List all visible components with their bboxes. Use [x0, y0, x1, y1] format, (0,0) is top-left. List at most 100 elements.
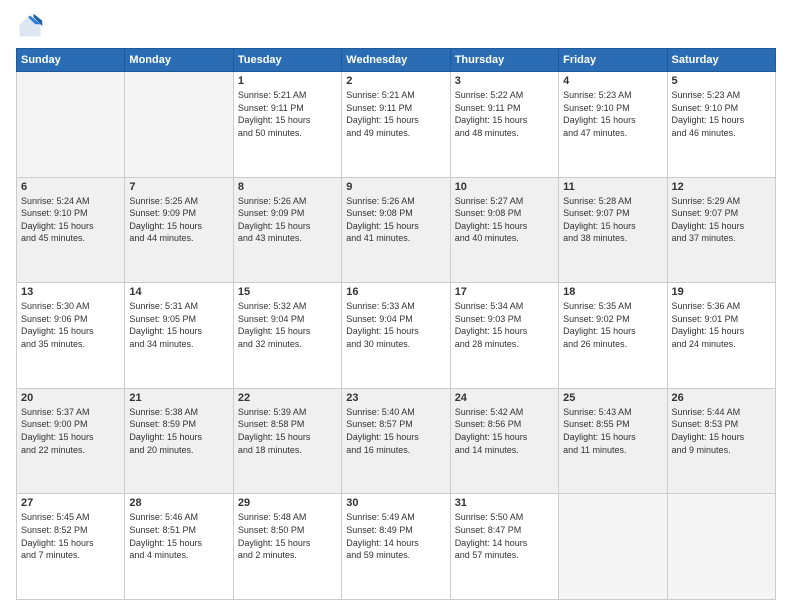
calendar-cell: 27Sunrise: 5:45 AM Sunset: 8:52 PM Dayli…: [17, 494, 125, 600]
calendar-cell: 20 Sunrise: 5:37 AM Sunset: 9:00 PM Dayli…: [17, 388, 125, 494]
calendar-cell: 2Sunrise: 5:21 AM Sunset: 9:11 PM Daylig…: [342, 72, 450, 178]
day-info: Sunrise: 5:31 AM Sunset: 9:05 PM Dayligh…: [129, 300, 228, 350]
weekday-header: Monday: [125, 49, 233, 72]
day-number: 15: [238, 286, 337, 298]
day-number: 20: [21, 392, 120, 404]
day-number: 8: [238, 181, 337, 193]
weekday-header: Tuesday: [233, 49, 341, 72]
calendar-cell: 29 Sunrise: 5:48 AM Sunset: 8:50 PM Dayli…: [233, 494, 341, 600]
calendar-cell: [17, 72, 125, 178]
day-number: 5: [672, 75, 771, 87]
calendar-cell: 5Sunrise: 5:23 AM Sunset: 9:10 PM Daylig…: [667, 72, 775, 178]
logo-icon: [16, 12, 44, 40]
day-info: Sunrise: 5:23 AM Sunset: 9:10 PM Dayligh…: [563, 89, 662, 139]
day-info: Sunrise: 5:49 AM Sunset: 8:49 PM Dayligh…: [346, 511, 445, 561]
day-info: Sunrise: 5:42 AM Sunset: 8:56 PM Dayligh…: [455, 406, 554, 456]
calendar-cell: [125, 72, 233, 178]
day-info: Sunrise: 5:24 AM Sunset: 9:10 PM Dayligh…: [21, 195, 120, 245]
day-number: 23: [346, 392, 445, 404]
calendar-cell: 18Sunrise: 5:35 AM Sunset: 9:02 PM Dayli…: [559, 283, 667, 389]
day-number: 27: [21, 497, 120, 509]
calendar-cell: 12 Sunrise: 5:29 AM Sunset: 9:07 PM Dayli…: [667, 177, 775, 283]
day-info: Sunrise: 5:22 AM Sunset: 9:11 PM Dayligh…: [455, 89, 554, 139]
day-number: 30: [346, 497, 445, 509]
calendar-cell: 19 Sunrise: 5:36 AM Sunset: 9:01 PM Dayli…: [667, 283, 775, 389]
calendar-cell: 15Sunrise: 5:32 AM Sunset: 9:04 PM Dayli…: [233, 283, 341, 389]
day-info: Sunrise: 5:40 AM Sunset: 8:57 PM Dayligh…: [346, 406, 445, 456]
calendar-cell: 31 Sunrise: 5:50 AM Sunset: 8:47 PM Dayli…: [450, 494, 558, 600]
day-number: 25: [563, 392, 662, 404]
day-number: 22: [238, 392, 337, 404]
calendar-week-row: 20 Sunrise: 5:37 AM Sunset: 9:00 PM Dayli…: [17, 388, 776, 494]
day-number: 28: [129, 497, 228, 509]
calendar-cell: [667, 494, 775, 600]
day-number: 31: [455, 497, 554, 509]
day-number: 11: [563, 181, 662, 193]
calendar-cell: 1Sunrise: 5:21 AM Sunset: 9:11 PM Daylig…: [233, 72, 341, 178]
day-info: Sunrise: 5:25 AM Sunset: 9:09 PM Dayligh…: [129, 195, 228, 245]
calendar-cell: 6Sunrise: 5:24 AM Sunset: 9:10 PM Daylig…: [17, 177, 125, 283]
day-number: 19: [672, 286, 771, 298]
calendar-cell: 7 Sunrise: 5:25 AM Sunset: 9:09 PM Daylig…: [125, 177, 233, 283]
day-info: Sunrise: 5:36 AM Sunset: 9:01 PM Dayligh…: [672, 300, 771, 350]
day-info: Sunrise: 5:43 AM Sunset: 8:55 PM Dayligh…: [563, 406, 662, 456]
day-info: Sunrise: 5:30 AM Sunset: 9:06 PM Dayligh…: [21, 300, 120, 350]
day-info: Sunrise: 5:44 AM Sunset: 8:53 PM Dayligh…: [672, 406, 771, 456]
day-number: 3: [455, 75, 554, 87]
day-number: 26: [672, 392, 771, 404]
calendar-cell: 16 Sunrise: 5:33 AM Sunset: 9:04 PM Dayli…: [342, 283, 450, 389]
day-info: Sunrise: 5:28 AM Sunset: 9:07 PM Dayligh…: [563, 195, 662, 245]
header: [16, 12, 776, 40]
calendar-cell: 13 Sunrise: 5:30 AM Sunset: 9:06 PM Dayli…: [17, 283, 125, 389]
calendar-week-row: 1Sunrise: 5:21 AM Sunset: 9:11 PM Daylig…: [17, 72, 776, 178]
day-info: Sunrise: 5:38 AM Sunset: 8:59 PM Dayligh…: [129, 406, 228, 456]
weekday-header: Wednesday: [342, 49, 450, 72]
day-number: 29: [238, 497, 337, 509]
calendar-cell: 11 Sunrise: 5:28 AM Sunset: 9:07 PM Dayli…: [559, 177, 667, 283]
day-number: 12: [672, 181, 771, 193]
weekday-header: Thursday: [450, 49, 558, 72]
calendar-cell: 30 Sunrise: 5:49 AM Sunset: 8:49 PM Dayli…: [342, 494, 450, 600]
calendar-cell: 14 Sunrise: 5:31 AM Sunset: 9:05 PM Dayli…: [125, 283, 233, 389]
logo: [16, 12, 48, 40]
day-number: 7: [129, 181, 228, 193]
weekday-header: Sunday: [17, 49, 125, 72]
calendar-cell: 25 Sunrise: 5:43 AM Sunset: 8:55 PM Dayli…: [559, 388, 667, 494]
day-info: Sunrise: 5:39 AM Sunset: 8:58 PM Dayligh…: [238, 406, 337, 456]
day-info: Sunrise: 5:46 AM Sunset: 8:51 PM Dayligh…: [129, 511, 228, 561]
day-number: 18: [563, 286, 662, 298]
day-number: 9: [346, 181, 445, 193]
calendar-header-row: SundayMondayTuesdayWednesdayThursdayFrid…: [17, 49, 776, 72]
calendar-cell: 26 Sunrise: 5:44 AM Sunset: 8:53 PM Dayli…: [667, 388, 775, 494]
day-number: 14: [129, 286, 228, 298]
day-info: Sunrise: 5:27 AM Sunset: 9:08 PM Dayligh…: [455, 195, 554, 245]
calendar-cell: [559, 494, 667, 600]
calendar-table: SundayMondayTuesdayWednesdayThursdayFrid…: [16, 48, 776, 600]
day-info: Sunrise: 5:37 AM Sunset: 9:00 PM Dayligh…: [21, 406, 120, 456]
calendar-cell: 21Sunrise: 5:38 AM Sunset: 8:59 PM Dayli…: [125, 388, 233, 494]
calendar-week-row: 13 Sunrise: 5:30 AM Sunset: 9:06 PM Dayli…: [17, 283, 776, 389]
calendar-cell: 8 Sunrise: 5:26 AM Sunset: 9:09 PM Daylig…: [233, 177, 341, 283]
calendar-cell: 22 Sunrise: 5:39 AM Sunset: 8:58 PM Dayli…: [233, 388, 341, 494]
calendar-cell: 10 Sunrise: 5:27 AM Sunset: 9:08 PM Dayli…: [450, 177, 558, 283]
calendar-week-row: 6Sunrise: 5:24 AM Sunset: 9:10 PM Daylig…: [17, 177, 776, 283]
day-info: Sunrise: 5:48 AM Sunset: 8:50 PM Dayligh…: [238, 511, 337, 561]
calendar-cell: 4 Sunrise: 5:23 AM Sunset: 9:10 PM Daylig…: [559, 72, 667, 178]
day-number: 17: [455, 286, 554, 298]
day-number: 16: [346, 286, 445, 298]
page: SundayMondayTuesdayWednesdayThursdayFrid…: [0, 0, 792, 612]
day-info: Sunrise: 5:21 AM Sunset: 9:11 PM Dayligh…: [238, 89, 337, 139]
day-number: 10: [455, 181, 554, 193]
day-number: 4: [563, 75, 662, 87]
day-info: Sunrise: 5:50 AM Sunset: 8:47 PM Dayligh…: [455, 511, 554, 561]
day-info: Sunrise: 5:26 AM Sunset: 9:09 PM Dayligh…: [238, 195, 337, 245]
calendar-cell: 17Sunrise: 5:34 AM Sunset: 9:03 PM Dayli…: [450, 283, 558, 389]
calendar-cell: 24 Sunrise: 5:42 AM Sunset: 8:56 PM Dayli…: [450, 388, 558, 494]
day-info: Sunrise: 5:33 AM Sunset: 9:04 PM Dayligh…: [346, 300, 445, 350]
day-number: 24: [455, 392, 554, 404]
calendar-cell: 3 Sunrise: 5:22 AM Sunset: 9:11 PM Daylig…: [450, 72, 558, 178]
day-number: 13: [21, 286, 120, 298]
calendar-cell: 28 Sunrise: 5:46 AM Sunset: 8:51 PM Dayli…: [125, 494, 233, 600]
calendar-week-row: 27Sunrise: 5:45 AM Sunset: 8:52 PM Dayli…: [17, 494, 776, 600]
day-info: Sunrise: 5:29 AM Sunset: 9:07 PM Dayligh…: [672, 195, 771, 245]
